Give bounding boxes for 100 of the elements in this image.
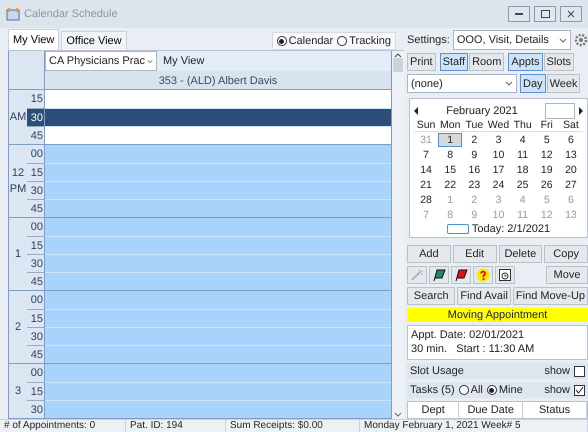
range-toggle[interactable]: Week [546,74,580,93]
filter-dropdown[interactable]: (none) [407,74,517,93]
show-checkbox[interactable] [574,384,585,396]
task-filter-radio[interactable]: Mine [486,384,523,396]
resource-toggle[interactable]: Room [469,53,504,71]
detail-line: Appt. Date: 02/01/2021 [411,329,526,341]
calendar-day[interactable]: 2 [462,133,486,147]
calendar-day[interactable]: 26 [534,178,559,192]
hour-label: 3 [14,385,22,397]
scroll-thumb[interactable] [393,58,403,72]
calendar-clock-icon [498,268,512,282]
caret-icon [505,81,513,86]
hour-label: 1 [14,248,22,260]
caret-icon [146,58,153,64]
weekday-label: Thu [510,119,535,132]
search-action-button[interactable]: Search [407,287,456,305]
minute-label: 00 [30,366,44,381]
calendar-day[interactable]: 17 [486,163,511,177]
calendar-day[interactable]: 5 [534,133,559,147]
action-button[interactable]: Edit [452,245,496,263]
view-tab[interactable]: Office View [61,31,127,50]
weekday-label: Tue [462,119,486,132]
calendar-day[interactable]: 25 [510,178,535,192]
minute-label: 30 [27,327,44,345]
tool-button[interactable] [451,266,471,284]
search-action-button[interactable]: Find Avail [457,287,511,305]
time-slot[interactable] [45,108,391,126]
mode-radio[interactable]: Calendar [276,35,334,47]
minute-label: 15 [27,163,44,181]
mode-radio[interactable]: Tracking [337,35,391,47]
minute-label: 45 [27,199,44,217]
next-month-icon[interactable] [578,107,583,115]
hour-label: 12 [12,167,24,179]
minimize-button[interactable] [508,6,530,22]
practice-dropdown[interactable]: CA Physicians Prac [45,51,157,71]
minute-label: 30 [27,108,44,126]
calendar-day[interactable]: 7 [414,148,438,162]
print-button[interactable]: Print [407,53,436,71]
column-header[interactable]: Dept [408,402,460,418]
task-filter-radio[interactable]: All [458,384,483,396]
settings-icon[interactable] [574,33,588,47]
hour-label: AM [10,111,26,123]
calendar-day[interactable]: 18 [510,163,535,177]
calendar-day[interactable]: 4 [510,133,535,147]
minute-label: 15 [30,92,44,107]
calendar-day[interactable]: 21 [414,178,438,192]
status-text: Pat. ID: 194 [126,420,226,432]
detail-line: 30 min. Start : 11:30 AM [411,343,536,355]
weekday-label: Sat [558,119,583,132]
tool-button[interactable] [429,266,449,284]
calendar-day[interactable]: 9 [462,148,486,162]
previous-month-icon[interactable] [414,107,419,115]
move-button[interactable]: Move [546,266,588,284]
calendar-day[interactable]: 19 [534,163,559,177]
maximize-button[interactable] [534,6,556,22]
hour-label: PM [10,183,26,195]
status-text: # of Appointments: 0 [0,420,126,432]
calendar-day[interactable]: 22 [438,178,462,192]
type-toggle[interactable]: Slots [544,53,574,71]
year-field[interactable] [545,103,575,119]
resource-toggle[interactable]: Staff [440,53,468,71]
calendar-day[interactable]: 1 [438,133,462,147]
calendar-day[interactable]: 15 [438,163,462,177]
calendar-day[interactable]: 8 [438,148,462,162]
type-toggle[interactable]: Appts [508,53,543,71]
settings-dropdown[interactable]: OOO, Visit, Details [452,30,571,50]
calendar-day[interactable]: 24 [486,178,511,192]
caret-icon [559,38,567,42]
column-header[interactable]: Status [523,402,587,418]
calendar-day[interactable]: 3 [486,133,511,147]
calendar-day[interactable]: 11 [510,148,535,162]
calendar-day[interactable]: 12 [534,148,559,162]
calendar-day[interactable]: 20 [558,163,583,177]
minute-label: 00 [30,147,44,162]
calendar-day[interactable]: 6 [558,133,583,147]
action-button[interactable]: Delete [498,245,542,263]
action-button[interactable]: Add [407,245,451,263]
search-action-button[interactable]: Find Move-Up [512,287,588,305]
provider-header: 353 - (ALD) Albert Davis [45,71,391,89]
action-button[interactable]: Copy [544,245,588,263]
show-checkbox[interactable] [574,366,585,376]
weekday-label: Mon [438,119,462,132]
calendar-day[interactable]: 23 [462,178,486,192]
calendar-day[interactable]: 16 [462,163,486,177]
scrollbar[interactable] [392,51,404,419]
minute-label: 45 [27,272,44,290]
column-header[interactable]: Due Date [459,402,524,418]
settings-label: Settings: [407,34,450,46]
calendar-day[interactable]: 10 [486,148,511,162]
calendar-day[interactable]: 28 [414,193,438,207]
today-link[interactable]: Today: 2/1/2021 [472,223,550,235]
status-text: Sum Receipts: $0.00 [226,420,360,432]
weekday-label: Sun [414,119,438,132]
calendar-day[interactable]: 27 [558,178,583,192]
close-button[interactable] [560,6,582,22]
calendar-day[interactable]: 13 [558,148,583,162]
tool-button[interactable] [495,266,515,284]
calendar-day[interactable]: 14 [414,163,438,177]
view-tab[interactable]: My View [8,29,60,50]
range-toggle[interactable]: Day [520,74,546,93]
